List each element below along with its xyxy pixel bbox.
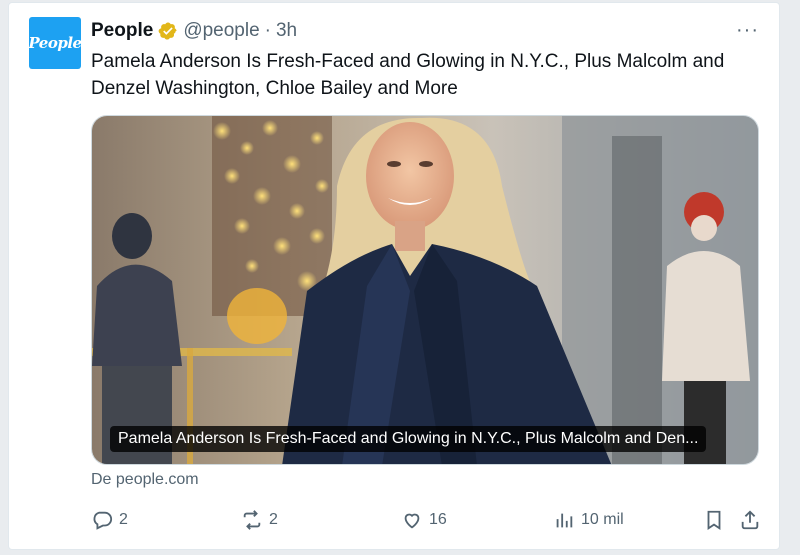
author-name[interactable]: People	[91, 20, 153, 42]
separator-dot: ·	[264, 20, 271, 41]
verified-badge-icon	[158, 22, 177, 40]
photo-illustration	[92, 116, 758, 464]
heart-icon	[404, 513, 420, 529]
reply-icon	[93, 511, 113, 530]
repost-count: 2	[269, 511, 278, 528]
reply-count: 2	[119, 511, 128, 528]
avatar-logo-text: People	[28, 34, 82, 52]
share-button[interactable]	[739, 509, 761, 531]
views-button[interactable]: 10 mil	[553, 509, 624, 531]
views-chart-icon	[556, 513, 573, 528]
author-handle[interactable]: @people	[183, 20, 259, 42]
tweet-header: People @people · 3h	[91, 19, 297, 43]
timestamp[interactable]: 3h	[276, 20, 297, 42]
bookmark-button[interactable]	[703, 509, 725, 531]
avatar[interactable]: People	[28, 17, 82, 69]
share-icon	[741, 510, 759, 530]
link-card-title: Pamela Anderson Is Fresh-Faced and Glowi…	[110, 426, 707, 452]
like-count: 16	[429, 511, 447, 528]
action-bar: 2 2 16 10 mil	[91, 509, 759, 535]
more-options-icon[interactable]: ···	[736, 19, 759, 42]
reply-button[interactable]: 2	[91, 509, 128, 531]
link-card-image[interactable]: Pamela Anderson Is Fresh-Faced and Glowi…	[91, 115, 759, 465]
repost-icon	[243, 510, 261, 530]
link-source[interactable]: De people.com	[91, 471, 199, 489]
tweet-text: Pamela Anderson Is Fresh-Faced and Glowi…	[91, 51, 725, 99]
tweet-card[interactable]: People People @people · 3h ··· Pamela An…	[8, 2, 780, 550]
bookmark-icon	[707, 510, 721, 530]
repost-button[interactable]: 2	[241, 509, 278, 531]
views-count: 10 mil	[581, 511, 624, 528]
like-button[interactable]: 16	[401, 509, 447, 531]
